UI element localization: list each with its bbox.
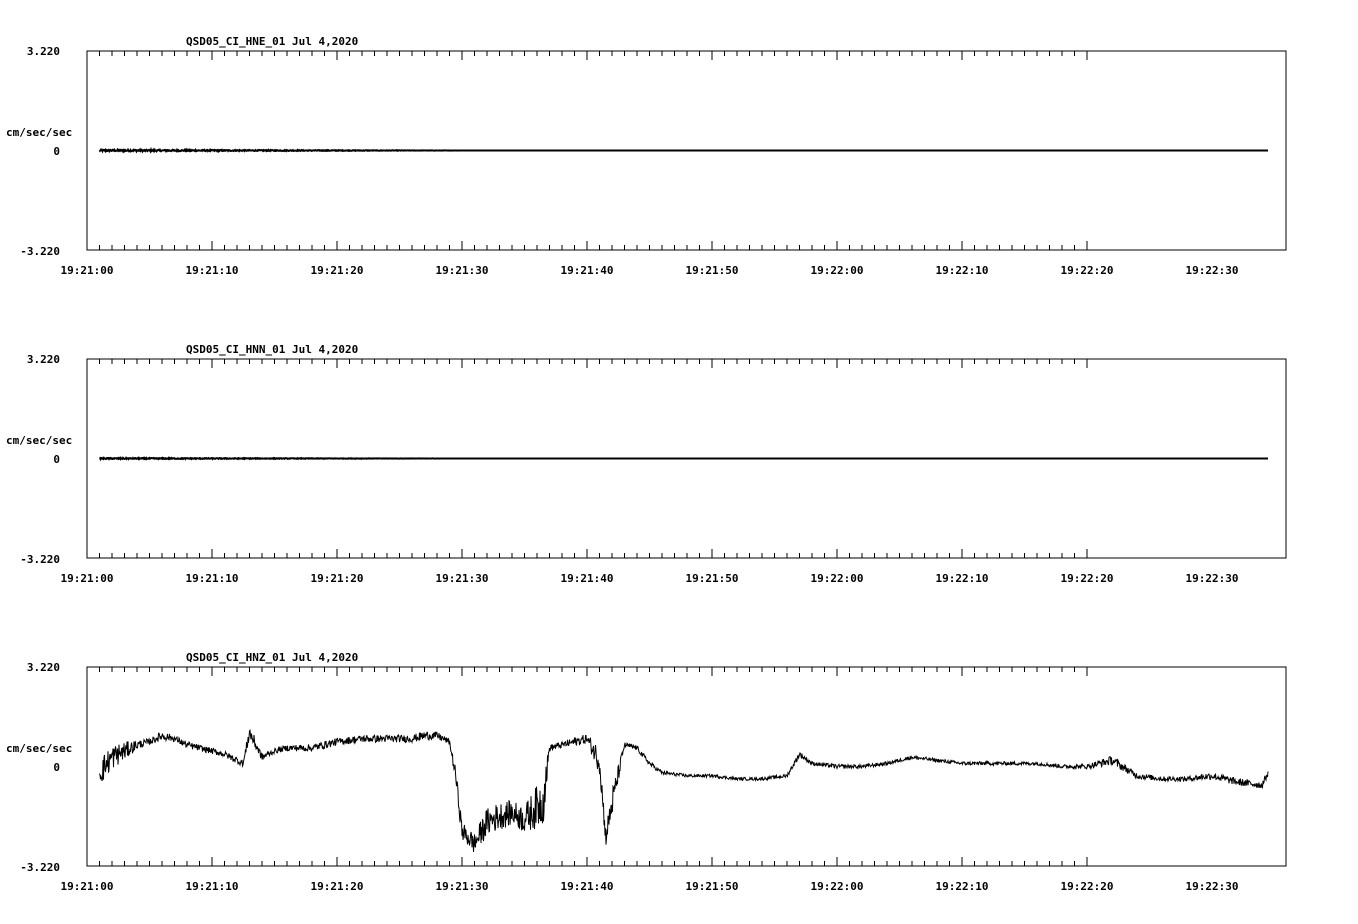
panel-hnz: QSD05_CI_HNZ_01 Jul 4,2020 cm/sec/sec 3.… xyxy=(6,651,1287,893)
x-tick-label: 19:21:50 xyxy=(686,572,739,585)
x-tick-label: 19:21:30 xyxy=(436,264,489,277)
x-tick-label: 19:21:40 xyxy=(561,572,614,585)
y-axis-label: cm/sec/sec xyxy=(6,434,72,447)
time-axis-labels: 19:21:00 19:21:10 19:21:20 19:21:30 19:21:40… xyxy=(61,880,1239,893)
x-tick-label: 19:22:20 xyxy=(1061,572,1114,585)
y-tick-label-top: 3.220 xyxy=(27,661,60,674)
x-tick-label: 19:22:10 xyxy=(936,880,989,893)
panel-title: QSD05_CI_HNE_01 Jul 4,2020 xyxy=(186,35,358,48)
y-tick-label-bottom: -3.220 xyxy=(20,861,60,874)
x-tick-label: 19:22:30 xyxy=(1186,572,1239,585)
panel-hne: QSD05_CI_HNE_01 Jul 4,2020 cm/sec/sec 3.… xyxy=(6,35,1287,277)
x-tick-label: 19:21:20 xyxy=(311,880,364,893)
x-tick-label: 19:21:50 xyxy=(686,880,739,893)
x-tick-label: 19:21:20 xyxy=(311,572,364,585)
x-tick-label: 19:21:00 xyxy=(61,264,114,277)
x-tick-label: 19:22:10 xyxy=(936,264,989,277)
x-tick-label: 19:21:10 xyxy=(186,264,239,277)
x-tick-label: 19:22:00 xyxy=(811,264,864,277)
y-axis-label: cm/sec/sec xyxy=(6,742,72,755)
x-tick-label: 19:22:20 xyxy=(1061,880,1114,893)
y-tick-label-bottom: -3.220 xyxy=(20,553,60,566)
y-tick-label-bottom: -3.220 xyxy=(20,245,60,258)
time-axis-ticks xyxy=(86,667,1088,866)
time-axis-labels: 19:21:00 19:21:10 19:21:20 19:21:30 19:21:40… xyxy=(61,264,1239,277)
x-tick-label: 19:21:30 xyxy=(436,880,489,893)
x-tick-label: 19:21:40 xyxy=(561,264,614,277)
y-axis-label: cm/sec/sec xyxy=(6,126,72,139)
x-tick-label: 19:21:10 xyxy=(186,572,239,585)
x-tick-label: 19:22:20 xyxy=(1061,264,1114,277)
panel-title: QSD05_CI_HNZ_01 Jul 4,2020 xyxy=(186,651,358,664)
x-tick-label: 19:22:10 xyxy=(936,572,989,585)
x-tick-label: 19:22:30 xyxy=(1186,264,1239,277)
seismogram-figure: QSD05_CI_HNE_01 Jul 4,2020 cm/sec/sec 3.… xyxy=(6,35,1287,893)
y-tick-label-zero: 0 xyxy=(53,453,60,466)
x-tick-label: 19:21:40 xyxy=(561,880,614,893)
x-tick-label: 19:21:10 xyxy=(186,880,239,893)
x-tick-label: 19:22:00 xyxy=(811,880,864,893)
time-axis-labels: 19:21:00 19:21:10 19:21:20 19:21:30 19:21:40… xyxy=(61,572,1239,585)
y-tick-label-zero: 0 xyxy=(53,761,60,774)
panel-title: QSD05_CI_HNN_01 Jul 4,2020 xyxy=(186,343,358,356)
x-tick-label: 19:21:50 xyxy=(686,264,739,277)
waveform-trace xyxy=(99,729,1269,853)
y-tick-label-top: 3.220 xyxy=(27,353,60,366)
x-tick-label: 19:21:00 xyxy=(61,880,114,893)
waveform-trace xyxy=(98,146,1268,154)
waveform-trace xyxy=(99,456,1268,462)
x-tick-label: 19:21:30 xyxy=(436,572,489,585)
plot-frame xyxy=(86,666,1287,867)
panel-hnn: QSD05_CI_HNN_01 Jul 4,2020 cm/sec/sec 3.… xyxy=(6,343,1287,585)
y-tick-label-top: 3.220 xyxy=(27,45,60,58)
y-tick-label-zero: 0 xyxy=(53,145,60,158)
x-tick-label: 19:22:00 xyxy=(811,572,864,585)
x-tick-label: 19:21:00 xyxy=(61,572,114,585)
x-tick-label: 19:22:30 xyxy=(1186,880,1239,893)
x-tick-label: 19:21:20 xyxy=(311,264,364,277)
